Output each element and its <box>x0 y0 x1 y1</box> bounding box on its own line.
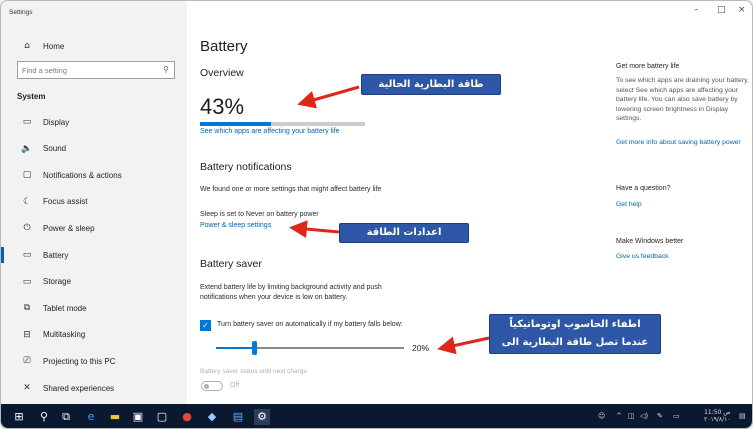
annotation-auto-off: اطفاء الحاسوب اوتوماتيكياً عندما تصل طاق… <box>489 314 661 354</box>
annotation-battery-level: طاقة البطارية الحالية <box>361 74 501 95</box>
search-icon[interactable]: ⚲ <box>36 409 52 425</box>
taskbar: ⊞ ⚲ ⧉ e ▬ ▣ ▢ ● ◆ ▤ ⚙ ☺ ^ ◫ ◁) ✎ ▭ 11:50… <box>1 404 752 428</box>
arrow-auto-off <box>437 336 490 355</box>
pen-icon[interactable]: ✎ <box>657 412 663 420</box>
people-icon[interactable]: ☺ <box>598 412 605 420</box>
chrome-icon[interactable]: ● <box>179 409 195 425</box>
arrow-battery-level <box>297 85 360 109</box>
task-view-icon[interactable]: ⧉ <box>58 409 74 425</box>
edge-icon[interactable]: e <box>83 409 99 425</box>
clock-time: 11:50 ص <box>704 409 731 416</box>
tray-chevron-icon[interactable]: ^ <box>616 412 622 420</box>
app-icon[interactable]: ◆ <box>204 409 220 425</box>
annotation-auto-off-line1: اطفاء الحاسوب اوتوماتيكياً <box>509 319 641 330</box>
word-icon[interactable]: ▤ <box>230 409 246 425</box>
settings-gear-icon[interactable]: ⚙ <box>254 409 270 425</box>
photos-icon[interactable]: ▢ <box>154 409 170 425</box>
annotation-auto-off-line2: عندما تصل طاقة البطارية الى <box>501 337 649 348</box>
arrow-power-settings <box>289 220 340 239</box>
clock[interactable]: 11:50 ص ٢٠١٩/٨/١٠ <box>704 409 731 423</box>
annotation-power-settings: اعدادات الطاقة <box>339 223 469 243</box>
file-explorer-icon[interactable]: ▬ <box>107 409 123 425</box>
settings-window: Settings ⌂ Home Find a setting ⚲ System … <box>0 0 753 429</box>
clock-date: ٢٠١٩/٨/١٠ <box>704 416 731 423</box>
store-icon[interactable]: ▣ <box>130 409 146 425</box>
volume-icon[interactable]: ◁) <box>640 412 648 420</box>
start-icon[interactable]: ⊞ <box>11 409 27 425</box>
notification-center-icon[interactable]: ▤ <box>739 412 746 420</box>
network-icon[interactable]: ◫ <box>628 412 635 420</box>
keyboard-icon[interactable]: ▭ <box>673 412 680 420</box>
